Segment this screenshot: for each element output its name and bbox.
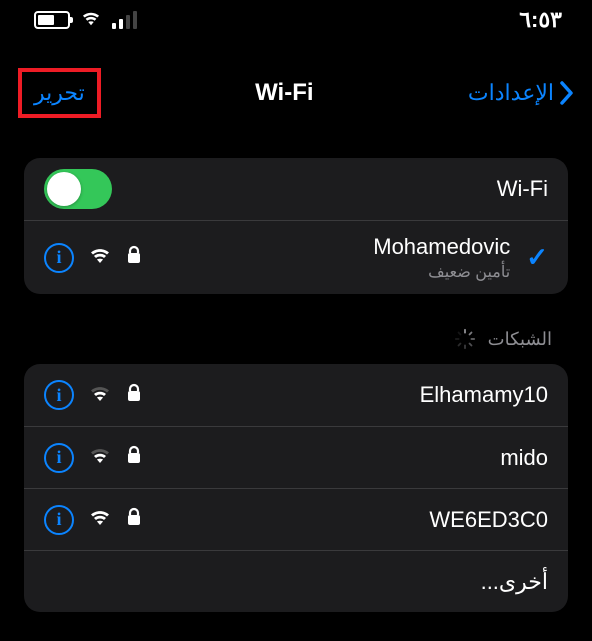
network-ssid: Elhamamy10 <box>420 382 548 408</box>
network-row[interactable]: i Elhamamy10 <box>24 364 568 426</box>
wifi-toggle[interactable] <box>44 169 112 209</box>
network-row[interactable]: i WE6ED3C0 <box>24 488 568 550</box>
wifi-main-section: Wi-Fi i Mohamedovic تأمين ضعيف ✓ <box>24 158 568 294</box>
connected-ssid: Mohamedovic <box>373 234 510 260</box>
chevron-right-icon <box>558 81 574 105</box>
wifi-signal-icon <box>88 383 112 408</box>
lock-icon <box>126 383 142 408</box>
cellular-signal-icon <box>112 11 137 29</box>
networks-section-title: الشبكات <box>488 329 552 350</box>
lock-icon <box>126 245 142 270</box>
wifi-signal-icon <box>88 445 112 470</box>
network-row[interactable]: i mido <box>24 426 568 488</box>
wifi-signal-icon <box>88 507 112 532</box>
wifi-toggle-label: Wi-Fi <box>497 176 548 202</box>
status-bar: ٦:٥٣ <box>0 0 592 40</box>
wifi-toggle-row: Wi-Fi <box>24 158 568 220</box>
other-network-row[interactable]: أخرى... <box>24 550 568 612</box>
checkmark-icon: ✓ <box>526 242 548 273</box>
wifi-signal-icon <box>88 245 112 270</box>
nav-bar: تحرير Wi-Fi الإعدادات <box>0 58 592 128</box>
network-ssid: mido <box>500 445 548 471</box>
other-label: أخرى... <box>481 569 548 595</box>
networks-section-header: الشبكات <box>40 328 552 350</box>
connected-warning: تأمين ضعيف <box>428 262 510 282</box>
connected-network-row[interactable]: i Mohamedovic تأمين ضعيف ✓ <box>24 220 568 294</box>
info-icon[interactable]: i <box>44 243 74 273</box>
info-icon[interactable]: i <box>44 380 74 410</box>
networks-section: i Elhamamy10 i mido i <box>24 364 568 612</box>
page-title: Wi-Fi <box>101 79 468 107</box>
info-icon[interactable]: i <box>44 443 74 473</box>
battery-icon <box>34 11 70 29</box>
back-button[interactable]: الإعدادات <box>468 80 574 106</box>
network-ssid: WE6ED3C0 <box>429 507 548 533</box>
status-time: ٦:٥٣ <box>519 7 562 33</box>
info-icon[interactable]: i <box>44 505 74 535</box>
spinner-icon <box>454 328 476 350</box>
lock-icon <box>126 445 142 470</box>
edit-button[interactable]: تحرير <box>18 68 101 118</box>
back-label: الإعدادات <box>468 80 554 106</box>
wifi-status-icon <box>80 9 102 32</box>
lock-icon <box>126 507 142 532</box>
